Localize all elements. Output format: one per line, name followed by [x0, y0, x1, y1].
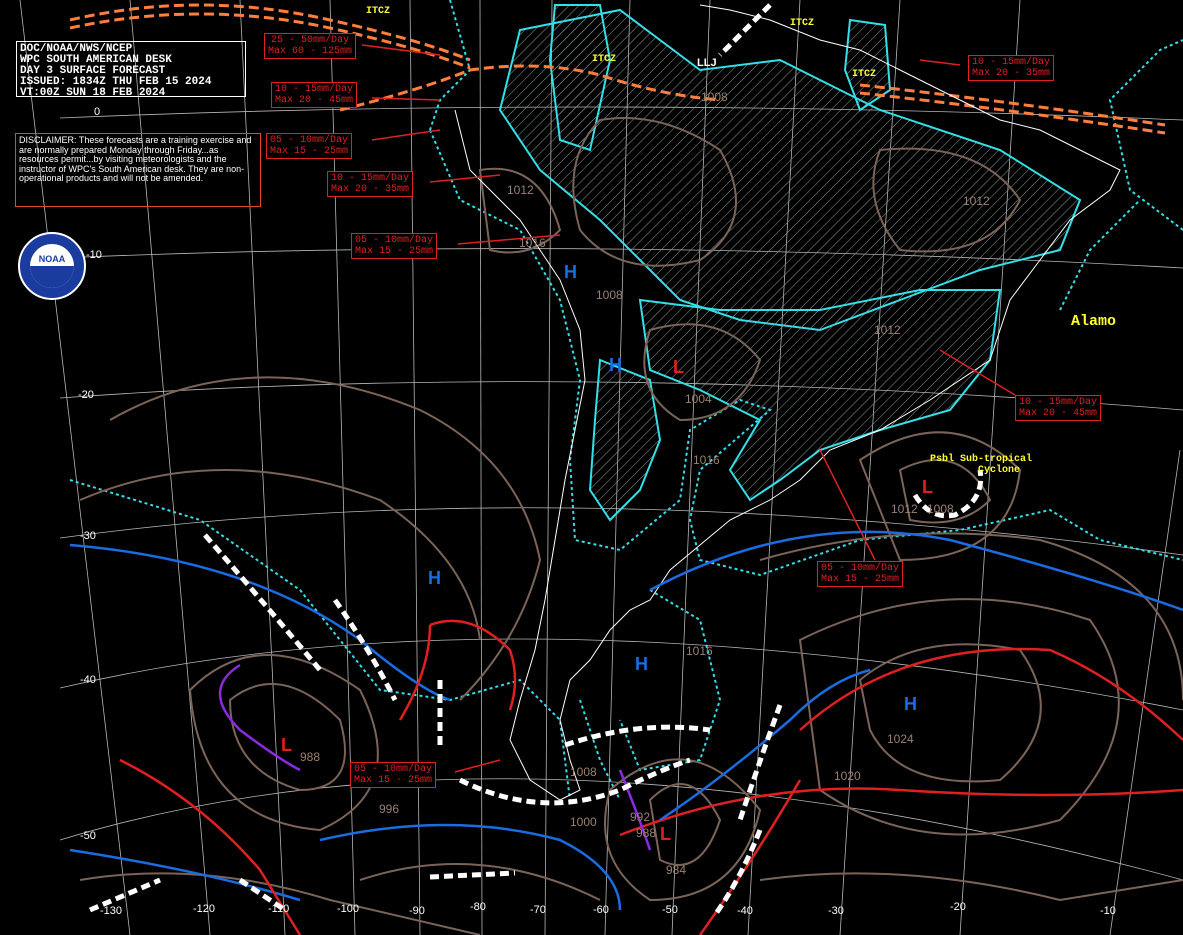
lon-label: -10	[1100, 905, 1116, 917]
high-pressure-center: H	[904, 694, 917, 714]
qpf-range: 05 - 10mm/Day	[821, 563, 900, 574]
fronts	[69, 530, 1183, 935]
qpf-max: Max 20 - 45mm	[275, 95, 354, 106]
qpf-max: Max 20 - 35mm	[331, 184, 410, 195]
qpf-max: Max 20 - 35mm	[972, 68, 1051, 79]
lon-label: -50	[662, 904, 678, 916]
qpf-box: 05 - 10mm/Day Max 15 - 25mm	[351, 233, 438, 259]
lat-label: -10	[86, 249, 102, 261]
isobar-value: 1008	[927, 502, 954, 516]
high-pressure-center: H	[564, 262, 577, 282]
qpf-range: 10 - 15mm/Day	[331, 173, 410, 184]
lat-label: 0	[94, 106, 101, 118]
qpf-box: 25 - 50mm/Day Max 60 - 125mm	[264, 33, 357, 59]
isobar-value: 1020	[834, 769, 861, 783]
isobar-value: 1024	[887, 732, 914, 746]
lat-label: -50	[80, 830, 96, 842]
lon-label: -60	[593, 904, 609, 916]
qpf-box: 10 - 15mm/Day Max 20 - 45mm	[271, 82, 358, 108]
isobar-value: 988	[636, 826, 657, 840]
isobar-value: 1012	[891, 502, 918, 516]
qpf-range: 05 - 10mm/Day	[355, 235, 434, 246]
isobar-value: 1012	[874, 323, 901, 337]
itcz-label: ITCZ	[852, 69, 877, 80]
disclaimer: DISCLAIMER: These forecasts are a traini…	[15, 133, 261, 207]
isobar-value: 992	[630, 810, 651, 824]
qpf-max: Max 60 - 125mm	[268, 46, 353, 57]
surface-forecast-map: DOC/NOAA/NWS/NCEP WPC SOUTH AMERICAN DES…	[0, 0, 1183, 935]
header-valid-time: VT:00Z SUN 18 FEB 2024	[20, 87, 166, 99]
lon-label: -80	[470, 901, 486, 913]
noaa-logo: NOAA	[18, 232, 86, 300]
qpf-box: 05 - 10mm/Day Max 15 - 25mm	[817, 561, 904, 587]
isobar-value: 1016	[519, 236, 546, 250]
isobar-value: 1016	[693, 453, 720, 467]
high-pressure-center: H	[609, 355, 622, 375]
lat-label: -40	[80, 674, 96, 686]
isobar-value: 996	[379, 802, 400, 816]
lon-label: -130	[100, 905, 123, 917]
qpf-box: 10 - 15mm/Day Max 20 - 45mm	[1015, 395, 1102, 421]
lon-label: -100	[337, 903, 360, 915]
lon-label: -70	[530, 904, 546, 916]
qpf-range: 05 - 10mm/Day	[270, 135, 349, 146]
llj-label: LLJ	[697, 57, 717, 69]
isobar-value: 1008	[596, 288, 623, 302]
isobar-value: 1004	[685, 392, 712, 406]
high-pressure-center: H	[635, 654, 648, 674]
qpf-range: 10 - 15mm/Day	[972, 57, 1051, 68]
qpf-max: Max 15 - 25mm	[821, 574, 900, 585]
isobar-value: 1008	[570, 765, 597, 779]
lat-label: -20	[78, 389, 94, 401]
isobar-value: 1012	[963, 194, 990, 208]
isobar-value: 1012	[507, 183, 534, 197]
itcz-label: ITCZ	[790, 18, 815, 29]
itcz-label: ITCZ	[366, 6, 391, 17]
lon-label: -20	[950, 901, 966, 913]
isobar-value: 1008	[701, 90, 728, 104]
lon-label: -30	[828, 905, 844, 917]
qpf-max: Max 15 - 25mm	[354, 775, 433, 786]
itcz-label: ITCZ	[592, 54, 617, 65]
qpf-range: 05 - 10mm/Day	[354, 764, 433, 775]
low-pressure-center: L	[660, 824, 671, 844]
qpf-max: Max 20 - 45mm	[1019, 408, 1098, 419]
subtropical-cyclone-label: Psbl Sub-tropical Cyclone	[930, 454, 1032, 476]
qpf-box: 05 - 10mm/Day Max 15 - 25mm	[266, 133, 353, 159]
lon-label: -120	[193, 903, 216, 915]
forecast-header: DOC/NOAA/NWS/NCEP WPC SOUTH AMERICAN DES…	[16, 41, 246, 99]
qpf-box: 10 - 15mm/Day Max 20 - 35mm	[968, 55, 1055, 81]
qpf-max: Max 15 - 25mm	[355, 246, 434, 257]
isobar-value: 1016	[686, 644, 713, 658]
isobar-value: 1000	[570, 815, 597, 829]
qpf-range: 10 - 15mm/Day	[1019, 397, 1098, 408]
noaa-logo-text: NOAA	[38, 254, 66, 264]
qpf-box: 05 - 10mm/Day Max 15 - 25mm	[350, 762, 437, 788]
qpf-range: 10 - 15mm/Day	[275, 84, 354, 95]
low-pressure-center: L	[281, 735, 292, 755]
high-pressure-center: H	[428, 568, 441, 588]
qpf-box: 10 - 15mm/Day Max 20 - 35mm	[327, 171, 414, 197]
credit-alamo: Alamo	[1071, 313, 1117, 330]
qpf-max: Max 15 - 25mm	[270, 146, 349, 157]
subtropical-line2: Cyclone	[978, 465, 1021, 476]
qpf-range: 25 - 50mm/Day	[271, 35, 350, 46]
noaa-logo-sea	[30, 266, 74, 288]
low-pressure-center: L	[922, 477, 933, 497]
lat-label: -30	[80, 530, 96, 542]
lon-label: -90	[409, 905, 425, 917]
isobar-value: 988	[300, 750, 321, 764]
noaa-logo-emblem: NOAA	[30, 244, 74, 288]
qpf-areas	[498, 4, 1082, 522]
low-pressure-center: L	[673, 357, 684, 377]
lon-label: -40	[737, 905, 753, 917]
isobar-value: 984	[666, 863, 687, 877]
subtropical-line1: Psbl Sub-tropical	[930, 454, 1033, 465]
lon-label: -110	[268, 903, 290, 915]
